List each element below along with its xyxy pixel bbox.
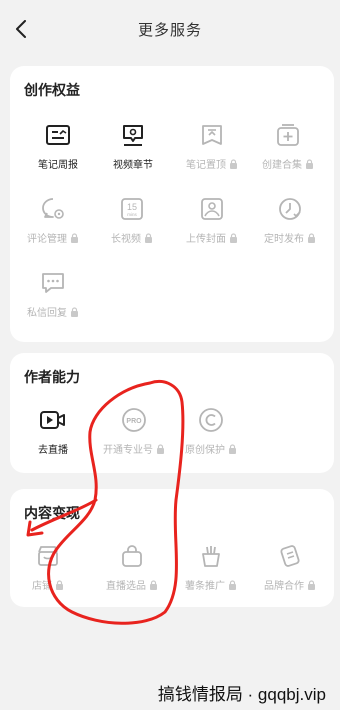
pro-badge-icon: PRO [119, 405, 149, 435]
service-weekly-report[interactable]: 笔记周报 [18, 120, 98, 180]
svg-text:mins: mins [127, 212, 137, 217]
service-label: 品牌合作 [264, 581, 304, 592]
live-camera-icon [38, 405, 68, 435]
service-label: 定时发布 [264, 234, 304, 245]
section-creator-benefits: 创作权益 笔记周报 视频章节 笔记置顶 创建合集 评论管理 15 mins 长视… [10, 66, 334, 342]
lock-icon [70, 306, 79, 317]
service-store[interactable]: 店铺 [8, 541, 88, 601]
back-button[interactable] [10, 17, 32, 41]
store-icon [33, 541, 63, 571]
service-original-protection[interactable]: 原创保护 [171, 405, 251, 465]
service-label: 薯条推广 [185, 581, 225, 592]
copyright-icon [196, 405, 226, 435]
lock-icon [229, 232, 238, 243]
lock-icon [228, 443, 237, 454]
schedule-icon [275, 194, 305, 224]
watermark-text: 搞钱情报局 · gqqbj.vip [157, 685, 326, 704]
service-label: 上传封面 [186, 234, 226, 245]
service-label: 私信回复 [27, 308, 67, 319]
lock-icon [144, 232, 153, 243]
service-go-live[interactable]: 去直播 [13, 405, 93, 465]
service-label: 店铺 [32, 581, 52, 592]
lock-icon [228, 579, 237, 590]
service-upload-cover[interactable]: 上传封面 [172, 194, 252, 254]
shopping-bag-icon [117, 541, 147, 571]
section-monetization: 内容变现 店铺 直播选品 薯条推广 品牌合作 [10, 489, 334, 607]
long-video-icon: 15 mins [117, 194, 147, 224]
brand-coop-icon [275, 541, 305, 571]
svg-text:15: 15 [127, 202, 137, 212]
section-author-abilities: 作者能力 去直播 PRO 开通专业号 原创保护 [10, 353, 334, 473]
section-title: 作者能力 [24, 369, 80, 385]
fries-promo-icon [196, 541, 226, 571]
lock-icon [149, 579, 158, 590]
collection-icon [273, 120, 303, 150]
service-label: 评论管理 [27, 234, 67, 245]
service-label: 创建合集 [262, 160, 302, 171]
top-bar: 更多服务 [0, 0, 340, 58]
service-label: 去直播 [38, 445, 68, 456]
service-label: 视频章节 [113, 160, 153, 171]
lock-icon [156, 443, 165, 454]
service-label: 笔记置顶 [186, 160, 226, 171]
section-title: 创作权益 [24, 82, 80, 98]
lock-icon [307, 232, 316, 243]
cover-upload-icon [197, 194, 227, 224]
service-video-chapter[interactable]: 视频章节 [93, 120, 173, 180]
service-brand-cooperation[interactable]: 品牌合作 [250, 541, 330, 601]
service-label: 直播选品 [106, 581, 146, 592]
service-open-pro-account[interactable]: PRO 开通专业号 [94, 405, 174, 465]
section-title: 内容变现 [24, 505, 80, 521]
lock-icon [307, 579, 316, 590]
service-pin-top[interactable]: 笔记置顶 [172, 120, 252, 180]
service-label: 笔记周报 [38, 160, 78, 171]
lock-icon [70, 232, 79, 243]
service-label: 原创保护 [185, 445, 225, 456]
service-label: 开通专业号 [103, 445, 153, 456]
service-comment-manage[interactable]: 评论管理 [13, 194, 93, 254]
message-reply-icon [38, 268, 68, 298]
report-icon [43, 120, 73, 150]
chevron-left-icon [16, 20, 26, 38]
service-live-product-selection[interactable]: 直播选品 [92, 541, 172, 601]
service-create-collection[interactable]: 创建合集 [248, 120, 328, 180]
page-title: 更多服务 [137, 21, 202, 39]
service-fries-promotion[interactable]: 薯条推广 [171, 541, 251, 601]
service-scheduled-publish[interactable]: 定时发布 [250, 194, 330, 254]
service-label: 长视频 [111, 234, 141, 245]
video-chapter-icon [118, 120, 148, 150]
pin-top-icon [197, 120, 227, 150]
service-long-video[interactable]: 15 mins 长视频 [92, 194, 172, 254]
lock-icon [305, 158, 314, 169]
service-message-reply[interactable]: 私信回复 [13, 268, 93, 328]
svg-text:PRO: PRO [126, 418, 142, 425]
comment-manage-icon [38, 194, 68, 224]
lock-icon [55, 579, 64, 590]
lock-icon [229, 158, 238, 169]
